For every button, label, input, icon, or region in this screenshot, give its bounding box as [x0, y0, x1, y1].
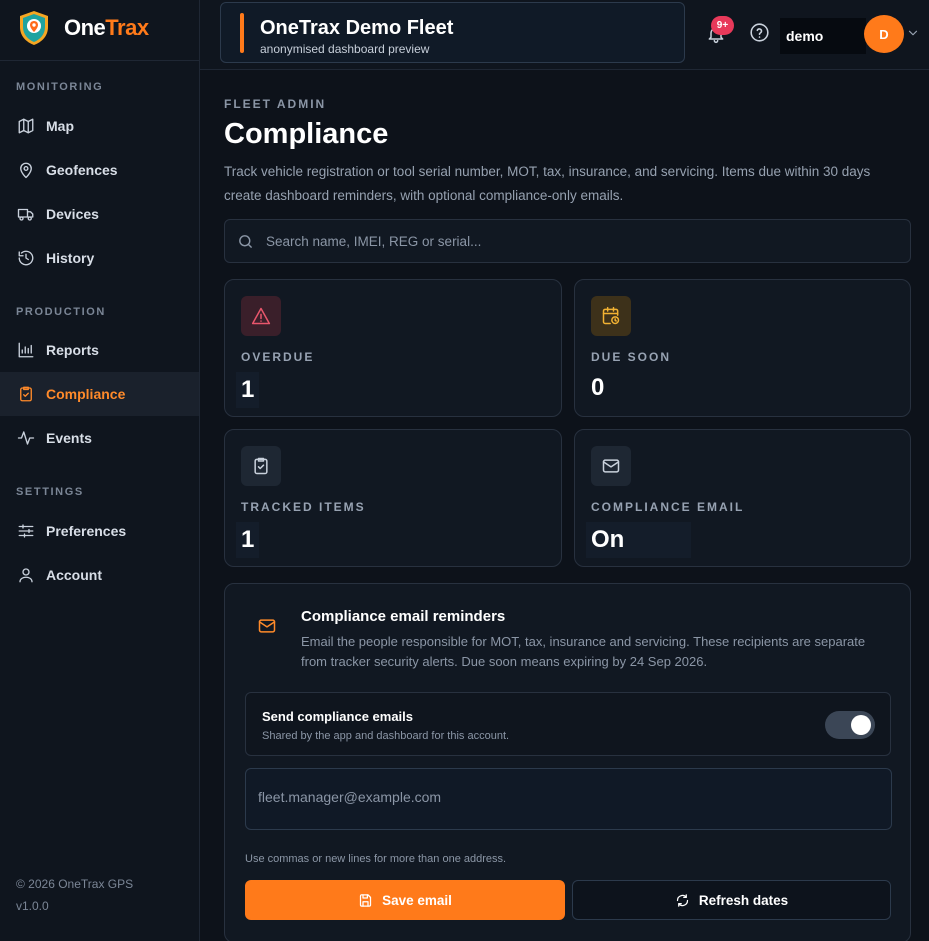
topbar: OneTrax Demo Fleet anonymised dashboard …	[200, 0, 929, 70]
map-icon	[17, 117, 35, 135]
toggle-knob	[851, 715, 871, 735]
sidebar-item-devices[interactable]: Devices	[0, 192, 199, 236]
calendar-clock-icon	[602, 306, 620, 325]
fleet-accent-bar	[240, 13, 244, 53]
search-bar[interactable]	[224, 219, 911, 263]
send-emails-setting: Send compliance emails Shared by the app…	[245, 692, 891, 756]
stat-value: 1	[236, 372, 260, 408]
section-label-monitoring: MONITORING	[16, 81, 104, 93]
refresh-icon	[676, 893, 688, 907]
brand-name: OneTrax	[64, 15, 149, 40]
sidebar-item-geofences[interactable]: Geofences	[0, 148, 199, 192]
sidebar-item-compliance[interactable]: Compliance	[0, 372, 199, 416]
sidebar: OneTrax MONITORING Map Geofences Devices…	[0, 0, 200, 941]
stat-card-due-soon: DUE SOON 0	[574, 279, 911, 417]
sidebar-item-label: Preferences	[46, 523, 127, 539]
sidebar-item-label: Account	[46, 567, 102, 583]
footer-version: v1.0.0	[16, 899, 49, 913]
page-eyebrow: FLEET ADMIN	[224, 97, 327, 111]
save-icon	[359, 893, 372, 907]
fleet-title: OneTrax Demo Fleet	[260, 17, 454, 39]
fleet-selector[interactable]: OneTrax Demo Fleet anonymised dashboard …	[220, 2, 685, 63]
sidebar-divider	[0, 60, 200, 61]
stat-icon-box	[241, 296, 281, 336]
footer-copyright: © 2026 OneTrax GPS	[16, 877, 134, 891]
help-button[interactable]	[749, 22, 771, 44]
stat-icon-box	[241, 446, 281, 486]
stat-label: DUE SOON	[591, 350, 672, 364]
user-name: demo	[786, 28, 824, 44]
sidebar-item-map[interactable]: Map	[0, 104, 199, 148]
sidebar-item-label: Compliance	[46, 386, 126, 402]
email-recipients-field[interactable]	[245, 768, 892, 830]
chevron-down-icon	[908, 30, 918, 36]
activity-icon	[17, 429, 35, 447]
stat-card-overdue: OVERDUE 1	[224, 279, 562, 417]
map-pin-icon	[17, 161, 35, 179]
refresh-dates-label: Refresh dates	[698, 892, 789, 908]
sidebar-item-label: Map	[46, 118, 74, 134]
stat-value: 0	[591, 374, 605, 401]
stat-label: OVERDUE	[241, 350, 315, 364]
notification-badge: 9+	[711, 16, 734, 35]
help-circle-icon	[750, 23, 769, 42]
clipboard-check-icon	[254, 457, 268, 475]
bar-chart-icon	[17, 341, 35, 359]
save-email-button[interactable]: Save email	[245, 880, 565, 920]
sidebar-item-events[interactable]: Events	[0, 416, 199, 460]
sliders-icon	[17, 522, 35, 540]
section-label-settings: SETTINGS	[16, 486, 84, 498]
brand[interactable]: OneTrax	[18, 10, 149, 46]
sidebar-item-label: Reports	[46, 342, 99, 358]
compliance-email-panel: Compliance email reminders Email the peo…	[224, 583, 911, 941]
fleet-subtitle: anonymised dashboard preview	[260, 42, 430, 56]
truck-icon	[17, 205, 35, 223]
sidebar-item-preferences[interactable]: Preferences	[0, 509, 199, 553]
user-menu[interactable]: demo	[780, 18, 866, 54]
save-email-label: Save email	[382, 892, 452, 908]
send-emails-toggle[interactable]	[825, 711, 875, 739]
stat-value: On	[586, 522, 691, 558]
clipboard-check-icon	[17, 385, 35, 403]
search-input[interactable]	[266, 233, 910, 249]
mail-icon	[602, 459, 620, 473]
refresh-dates-button[interactable]: Refresh dates	[572, 880, 891, 920]
alert-triangle-icon	[251, 307, 271, 325]
sidebar-item-label: History	[46, 250, 95, 266]
stat-label: TRACKED ITEMS	[241, 500, 366, 514]
stat-card-tracked-items: TRACKED ITEMS 1	[224, 429, 562, 567]
section-label-production: PRODUCTION	[16, 306, 106, 318]
user-icon	[17, 566, 35, 584]
toggle-title: Send compliance emails	[262, 709, 414, 724]
onetrax-logo-icon	[20, 11, 48, 45]
sidebar-item-account[interactable]: Account	[0, 553, 199, 597]
page-description: Track vehicle registration or tool seria…	[224, 164, 871, 203]
user-menu-toggle[interactable]	[906, 26, 920, 40]
stat-icon-box	[591, 446, 631, 486]
sidebar-item-label: Events	[46, 430, 92, 446]
stat-icon-box	[591, 296, 631, 336]
email-hint: Use commas or new lines for more than on…	[245, 853, 507, 865]
avatar[interactable]: D	[864, 15, 904, 53]
sidebar-item-history[interactable]: History	[0, 236, 199, 280]
stat-card-compliance-email: COMPLIANCE EMAIL On	[574, 429, 911, 567]
stat-value: 1	[236, 522, 260, 558]
sidebar-item-label: Devices	[46, 206, 99, 222]
sidebar-item-label: Geofences	[46, 162, 118, 178]
page-title: Compliance	[224, 118, 389, 150]
panel-description: Email the people responsible for MOT, ta…	[301, 634, 866, 669]
stat-label: COMPLIANCE EMAIL	[591, 500, 745, 514]
history-icon	[17, 249, 35, 267]
mail-icon	[257, 616, 279, 638]
search-icon	[239, 234, 252, 248]
panel-title: Compliance email reminders	[301, 608, 506, 625]
toggle-subtitle: Shared by the app and dashboard for this…	[262, 730, 510, 742]
sidebar-item-reports[interactable]: Reports	[0, 328, 199, 372]
